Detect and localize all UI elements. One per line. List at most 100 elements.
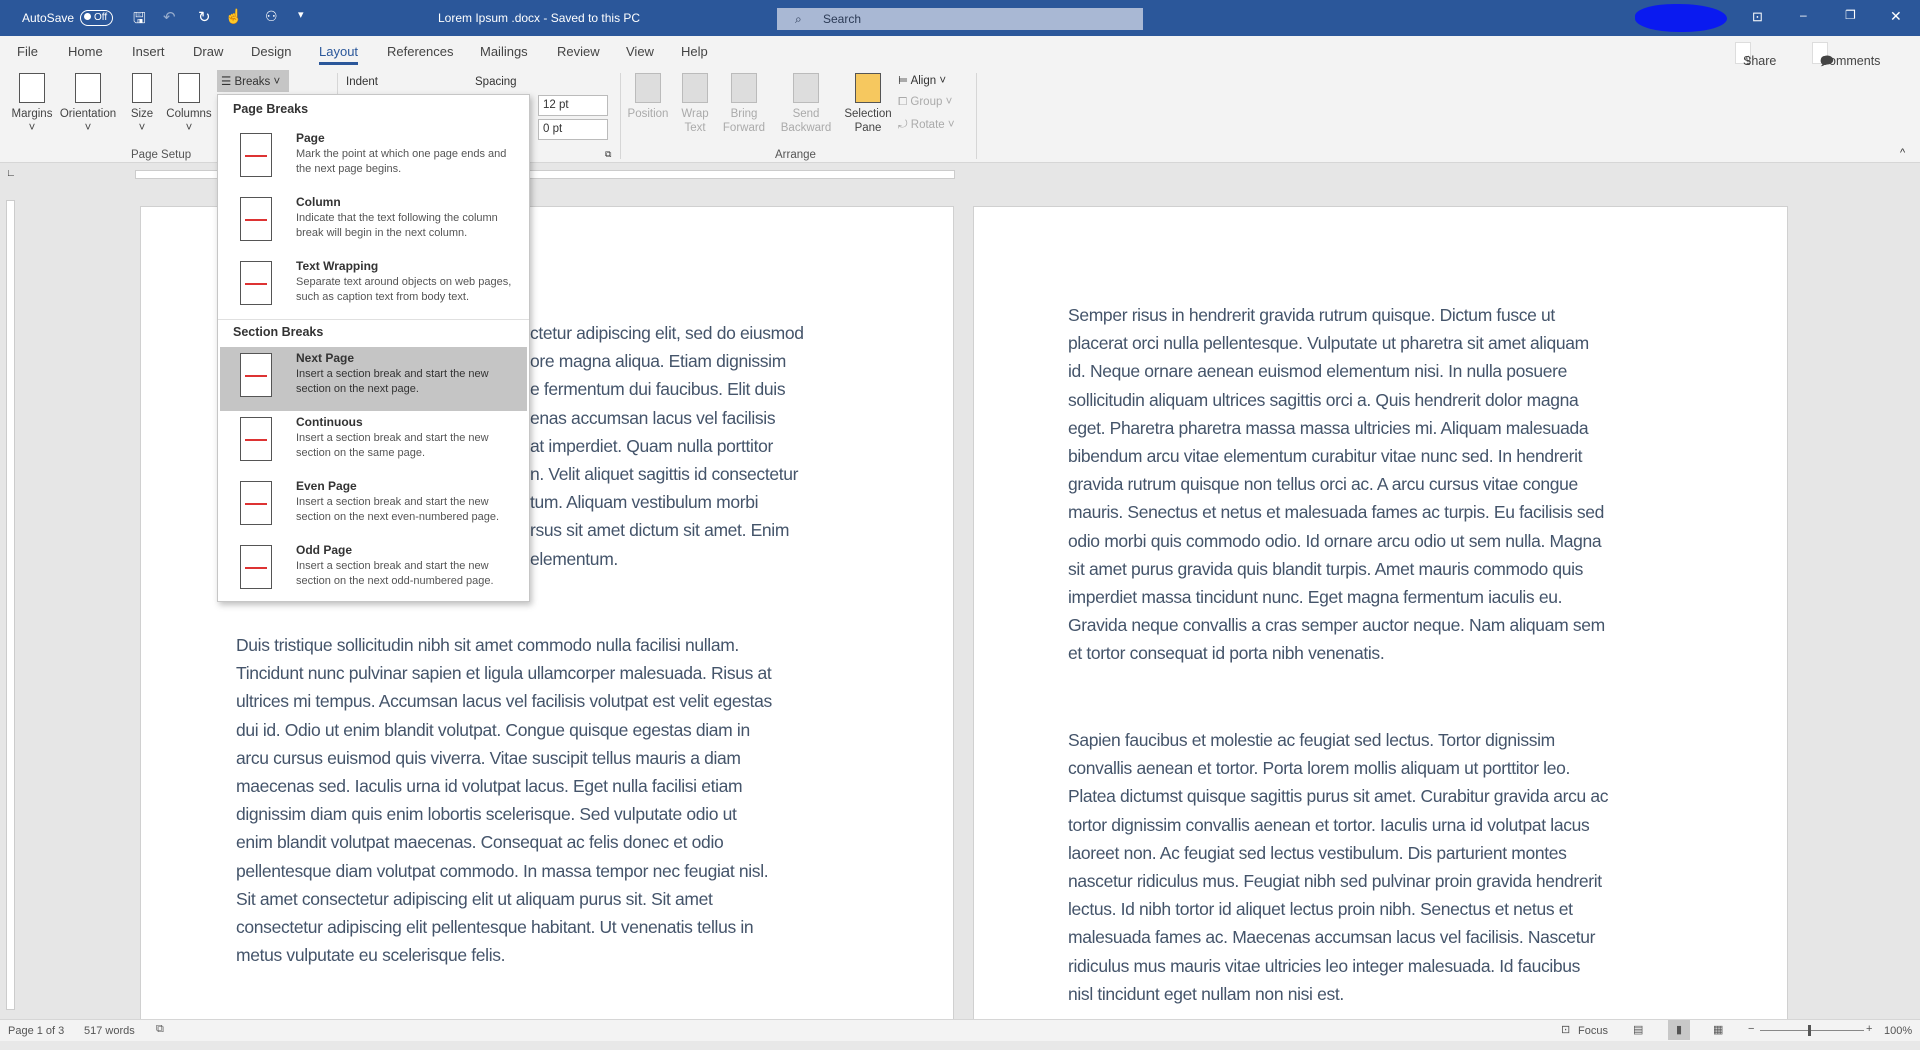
search-icon: ⌕	[795, 12, 802, 26]
menu-item-page[interactable]: Page Mark the point at which one page end…	[220, 127, 527, 191]
margins-icon	[19, 73, 45, 103]
tab-design[interactable]: Design	[251, 44, 291, 59]
menu-item-title: Text Wrapping	[296, 259, 379, 273]
bring-forward-button[interactable]: Bring Forward	[718, 73, 770, 135]
align-label: Align	[910, 75, 937, 87]
minimize-icon[interactable]: –	[1800, 8, 1807, 22]
text-line: maecenas sed. Iaculis urna id volutpat l…	[236, 776, 743, 797]
column-break-icon	[240, 197, 272, 241]
tab-help[interactable]: Help	[681, 44, 708, 59]
tab-view[interactable]: View	[626, 44, 654, 59]
text-line: Sit amet consectetur adipiscing elit ut …	[236, 888, 713, 909]
group-button[interactable]: ⧠ Group ˅	[898, 96, 952, 109]
customize-toolbar-icon[interactable]: ▾	[298, 8, 304, 21]
wrap-text-button[interactable]: Wrap Text	[676, 73, 714, 135]
ribbon-display-options-icon[interactable]: ⊡	[1752, 9, 1763, 25]
text-line: gravida rutrum quisque non tellus orci a…	[1068, 474, 1578, 495]
text-line: placerat orci nulla pellentesque. Vulput…	[1068, 333, 1589, 354]
paragraph-1: Semper risus in hendrerit gravida rutrum…	[1068, 301, 1605, 668]
spacing-before-input[interactable]: 12 pt	[538, 95, 608, 116]
org-chart-icon[interactable]: ⚇	[265, 8, 278, 25]
vertical-ruler[interactable]	[6, 200, 15, 1010]
page-break-icon	[240, 133, 272, 177]
position-button[interactable]: Position	[625, 73, 671, 121]
position-icon	[635, 73, 661, 103]
tab-review[interactable]: Review	[557, 44, 600, 59]
align-button[interactable]: ⊨ Align ˅	[898, 73, 946, 87]
orientation-button[interactable]: Orientation ˅	[58, 73, 118, 135]
group-label: Group	[910, 96, 943, 108]
focus-button[interactable]: Focus	[1578, 1025, 1608, 1037]
word-count[interactable]: 517 words	[84, 1025, 135, 1037]
send-backward-button[interactable]: Send Backward	[775, 73, 837, 135]
zoom-slider[interactable]	[1760, 1030, 1864, 1031]
breaks-dropdown-menu: Page Breaks Page Mark the point at which …	[217, 94, 530, 602]
zoom-level[interactable]: 100%	[1884, 1025, 1912, 1037]
section-breaks-header: Section Breaks	[233, 325, 324, 339]
spacing-after-input[interactable]: 0 pt	[538, 119, 608, 140]
next-page-break-icon	[240, 353, 272, 397]
text-line: bibendum arcu vitae elementum curabitur …	[1068, 446, 1583, 467]
tab-references[interactable]: References	[387, 44, 453, 59]
redo-icon[interactable]: ↻	[198, 8, 211, 26]
rotate-button[interactable]: ⤾ Rotate ˅	[898, 119, 955, 132]
zoom-in-icon[interactable]: +	[1866, 1023, 1872, 1035]
menu-item-continuous[interactable]: Continuous Insert a section break and sta…	[220, 411, 527, 475]
text-line: ore magna aliqua. Etiam dignissim	[530, 351, 786, 372]
margins-button[interactable]: Margins ˅	[8, 73, 56, 135]
page-2[interactable]: Semper risus in hendrerit gravida rutrum…	[973, 206, 1788, 1036]
tab-mailings[interactable]: Mailings	[480, 44, 528, 59]
wrap-text-icon	[682, 73, 708, 103]
menu-item-title: Even Page	[296, 479, 357, 493]
text-line: at imperdiet. Quam nulla porttitor	[530, 435, 773, 456]
print-layout-icon[interactable]: ▮	[1668, 1020, 1690, 1040]
menu-item-even-page[interactable]: Even Page Insert a section break and star…	[220, 475, 527, 539]
text-line: laoreet non. Ac feugiat sed lectus vesti…	[1068, 842, 1567, 863]
autosave-toggle[interactable]: Off	[80, 10, 114, 26]
touch-mode-icon[interactable]: ☝	[225, 8, 242, 25]
tab-home[interactable]: Home	[68, 44, 103, 59]
text-line: rsus sit amet dictum sit amet. Enim	[530, 520, 790, 541]
proofing-icon[interactable]: ⧉	[156, 1023, 164, 1036]
tab-selector-icon[interactable]: ∟	[6, 168, 16, 179]
zoom-out-icon[interactable]: −	[1748, 1023, 1754, 1035]
restore-icon[interactable]: ❐	[1845, 8, 1856, 22]
tab-file[interactable]: File	[17, 44, 38, 59]
menu-item-column[interactable]: Column Indicate that the text following t…	[220, 191, 527, 255]
columns-button[interactable]: Columns ˅	[164, 73, 214, 135]
menu-item-text-wrapping[interactable]: Text Wrapping Separate text around object…	[220, 255, 527, 319]
spacing-before-value: 12 pt	[543, 99, 569, 111]
page-breaks-header: Page Breaks	[233, 102, 309, 116]
text-line: convallis aenean et tortor. Porta lorem …	[1068, 758, 1570, 779]
selection-pane-button[interactable]: Selection Pane	[840, 73, 896, 135]
share-button[interactable]: ⇪ Share	[1735, 42, 1776, 68]
paragraph-dialog-launcher-icon[interactable]: ⧉	[605, 149, 611, 160]
autosave-label: AutoSave	[22, 11, 75, 25]
text-line: lectus. Id nibh tortor id aliquet lectus…	[1068, 899, 1573, 920]
comments-button[interactable]: 🗩 Comments	[1812, 42, 1880, 68]
close-icon[interactable]: ✕	[1890, 8, 1902, 25]
breaks-button[interactable]: ☰ Breaks ˅	[217, 70, 289, 92]
web-layout-icon[interactable]: ▦	[1713, 1023, 1723, 1036]
collapse-ribbon-icon[interactable]: ^	[1900, 147, 1905, 159]
page-count[interactable]: Page 1 of 3	[8, 1025, 64, 1037]
search-box[interactable]: ⌕ Search	[777, 8, 1143, 30]
wrap-text-label: Wrap Text	[681, 108, 709, 134]
save-icon[interactable]: 🖫	[133, 8, 146, 33]
menu-item-odd-page[interactable]: Odd Page Insert a section break and start…	[220, 539, 527, 603]
text-line: malesuada fames ac. Maecenas accumsan la…	[1068, 927, 1596, 948]
menu-item-title: Page	[296, 131, 325, 145]
zoom-slider-thumb[interactable]	[1808, 1025, 1811, 1036]
focus-icon[interactable]: ⊡	[1561, 1023, 1570, 1036]
tab-insert[interactable]: Insert	[132, 44, 165, 59]
ribbon-tabs: File Home Insert Draw Design Layout Refe…	[0, 36, 1920, 68]
undo-icon[interactable]: ↶	[163, 8, 176, 26]
size-button[interactable]: Size ˅	[127, 73, 157, 135]
menu-item-next-page[interactable]: Next Page Insert a section break and star…	[220, 347, 527, 411]
read-mode-icon[interactable]: ▤	[1633, 1023, 1643, 1036]
text-line: et tortor consequat id porta nibh venena…	[1068, 643, 1385, 664]
menu-item-description: Insert a section break and start the new…	[296, 560, 494, 587]
tab-draw[interactable]: Draw	[193, 44, 223, 59]
tab-layout[interactable]: Layout	[319, 44, 359, 65]
menu-divider	[218, 319, 529, 320]
